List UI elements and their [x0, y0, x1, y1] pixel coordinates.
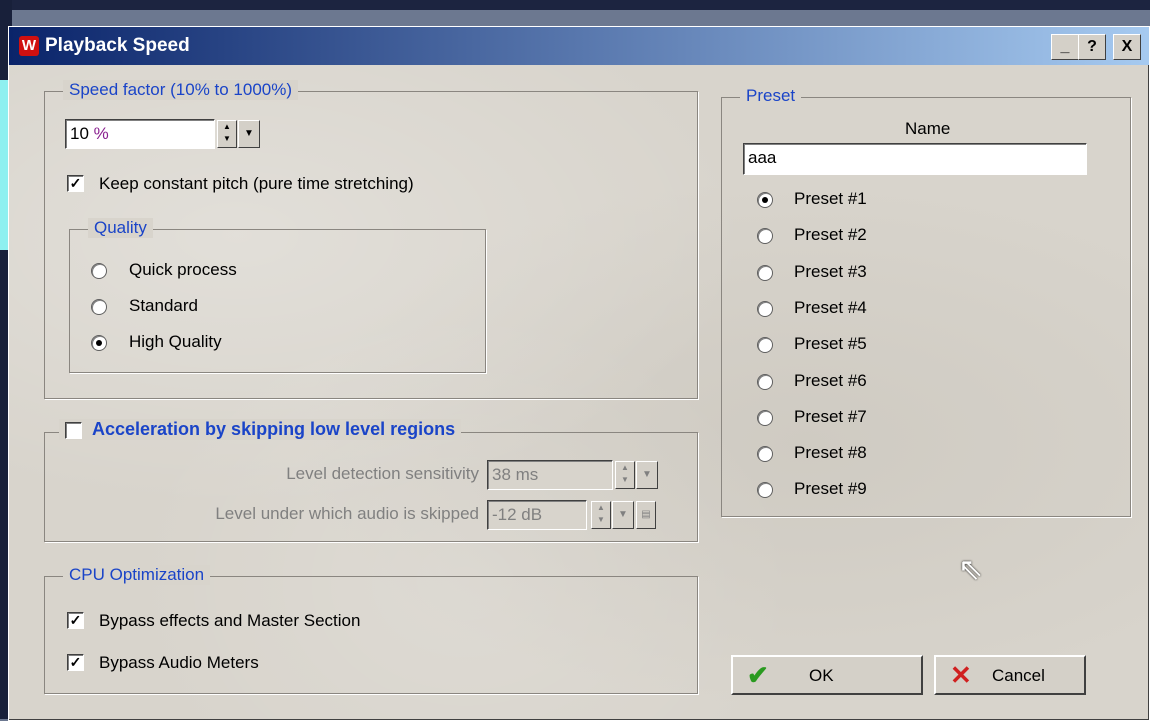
level-spinner[interactable]: ▲ ▼: [591, 501, 611, 529]
minimize-button[interactable]: _: [1051, 34, 1079, 60]
sensitivity-spinner[interactable]: ▲ ▼: [615, 461, 635, 489]
preset-6-label: Preset #6: [794, 371, 867, 390]
preset-7-label: Preset #7: [794, 407, 867, 426]
speed-factor-unit: %: [93, 124, 109, 143]
quality-legend: Quality: [88, 218, 153, 238]
preset-name-label: Name: [905, 119, 951, 138]
checkmark-icon: ✔: [747, 660, 769, 690]
acceleration-label: Acceleration by skipping low level regio…: [92, 419, 456, 439]
preset-8-radio[interactable]: [757, 446, 773, 462]
quality-quick-radio[interactable]: [91, 263, 107, 279]
bypass-effects-label: Bypass effects and Master Section: [99, 611, 361, 630]
preset-1-label: Preset #1: [794, 189, 867, 208]
title-bar[interactable]: W Playback Speed _ ? X: [9, 27, 1149, 65]
quality-high-label: High Quality: [129, 332, 222, 351]
mouse-pointer-icon: ⇖: [958, 553, 984, 586]
speed-factor-value: 10: [70, 124, 89, 143]
preset-3-radio[interactable]: [757, 265, 773, 281]
help-button[interactable]: ?: [1078, 34, 1106, 60]
preset-2-radio[interactable]: [757, 228, 773, 244]
level-meter-icon[interactable]: ▤: [636, 501, 656, 529]
preset-7-radio[interactable]: [757, 410, 773, 426]
quality-standard-label: Standard: [129, 296, 198, 315]
acceleration-legend: Acceleration by skipping low level regio…: [59, 419, 462, 440]
level-input[interactable]: -12 dB: [487, 500, 587, 530]
preset-6-radio[interactable]: [757, 374, 773, 390]
preset-1-radio[interactable]: [757, 192, 773, 208]
cpu-optimization-legend: CPU Optimization: [63, 565, 211, 585]
preset-5-label: Preset #5: [794, 334, 867, 353]
acceleration-checkbox[interactable]: [65, 421, 82, 439]
preset-5-radio[interactable]: [757, 337, 773, 353]
close-button[interactable]: X: [1113, 34, 1141, 60]
speed-factor-dropdown-icon[interactable]: ▼: [238, 120, 260, 148]
preset-legend: Preset: [740, 86, 802, 106]
bypass-meters-label: Bypass Audio Meters: [99, 653, 259, 672]
preset-4-label: Preset #4: [794, 298, 867, 317]
sensitivity-input[interactable]: 38 ms: [487, 460, 613, 490]
level-dropdown-icon[interactable]: ▼: [612, 501, 634, 529]
app-logo-icon: W: [19, 36, 39, 56]
bypass-meters-checkbox[interactable]: ✓: [67, 654, 84, 671]
window-title: Playback Speed: [45, 35, 190, 56]
keep-pitch-label: Keep constant pitch (pure time stretchin…: [99, 174, 414, 193]
cancel-label: Cancel: [992, 666, 1045, 685]
preset-8-label: Preset #8: [794, 443, 867, 462]
speed-factor-legend: Speed factor (10% to 1000%): [63, 80, 299, 100]
speed-factor-spinner[interactable]: ▲ ▼: [217, 120, 237, 148]
ok-button[interactable]: ✔ OK: [731, 655, 923, 695]
cancel-x-icon: ✕: [950, 660, 972, 690]
preset-9-label: Preset #9: [794, 479, 867, 498]
preset-3-label: Preset #3: [794, 262, 867, 281]
speed-factor-input[interactable]: 10 %: [65, 119, 215, 149]
sensitivity-label: Level detection sensitivity: [286, 464, 479, 483]
keep-pitch-checkbox[interactable]: ✓: [67, 175, 84, 192]
quality-quick-label: Quick process: [129, 260, 237, 279]
quality-standard-radio[interactable]: [91, 299, 107, 315]
playback-speed-dialog: W Playback Speed _ ? X Speed factor (10%…: [8, 26, 1150, 721]
bypass-effects-checkbox[interactable]: ✓: [67, 612, 84, 629]
quality-high-radio[interactable]: [91, 335, 107, 351]
cancel-button[interactable]: ✕ Cancel: [934, 655, 1086, 695]
preset-2-label: Preset #2: [794, 225, 867, 244]
ok-label: OK: [809, 666, 834, 685]
preset-9-radio[interactable]: [757, 482, 773, 498]
cpu-optimization-group: CPU Optimization: [44, 565, 698, 694]
preset-name-input[interactable]: aaa: [743, 143, 1087, 175]
level-label: Level under which audio is skipped: [215, 504, 479, 523]
sensitivity-dropdown-icon[interactable]: ▼: [636, 461, 658, 489]
preset-4-radio[interactable]: [757, 301, 773, 317]
background-app-top: [0, 0, 1150, 10]
